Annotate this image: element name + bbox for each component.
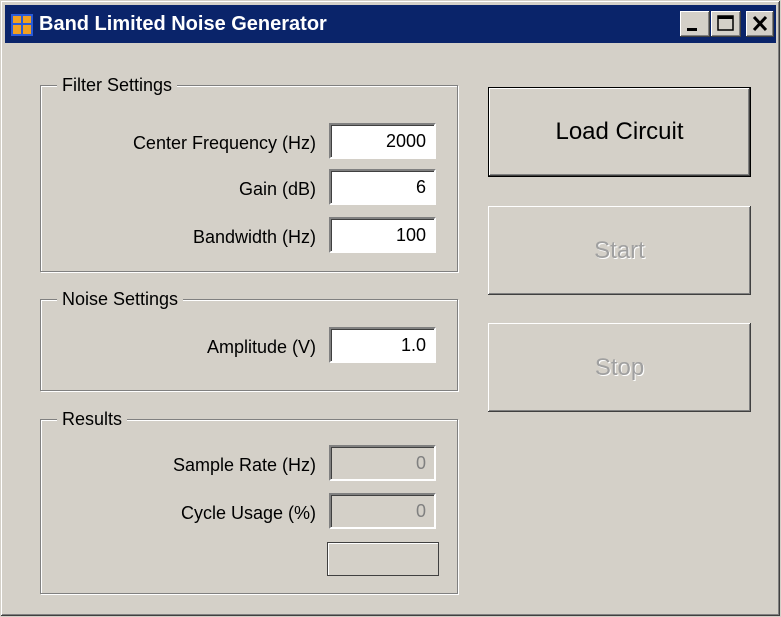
title-bar[interactable]: Band Limited Noise Generator: [5, 5, 776, 43]
sample-rate-output: 0: [329, 445, 436, 481]
filter-settings-label: Filter Settings: [57, 74, 178, 96]
start-button[interactable]: Start: [488, 206, 751, 295]
form-icon[interactable]: [11, 14, 33, 36]
amplitude-input[interactable]: 1.0: [329, 327, 436, 363]
amplitude-label: Amplitude (V): [206, 337, 316, 357]
gain-label: Gain (dB): [238, 179, 316, 199]
minimize-button[interactable]: [680, 11, 710, 37]
maximize-icon: [717, 15, 734, 31]
bandwidth-label: Bandwidth (Hz): [192, 227, 316, 247]
center-frequency-input[interactable]: 2000: [329, 123, 436, 159]
load-circuit-button[interactable]: Load Circuit: [488, 87, 751, 177]
start-label: Start: [594, 237, 645, 264]
main-window: Band Limited Noise Generator Filter Sett…: [0, 0, 781, 617]
maximize-button[interactable]: [711, 11, 741, 37]
bandwidth-input[interactable]: 100: [329, 217, 436, 253]
stop-label: Stop: [594, 354, 645, 381]
status-indicator: [327, 542, 439, 576]
sample-rate-label: Sample Rate (Hz): [172, 455, 316, 475]
close-button[interactable]: [746, 11, 774, 37]
cycle-usage-label: Cycle Usage (%): [180, 503, 316, 523]
load-circuit-label: Load Circuit: [555, 118, 684, 145]
cycle-usage-output: 0: [329, 493, 436, 529]
minimize-icon: [687, 28, 697, 31]
window-title: Band Limited Noise Generator: [39, 13, 327, 35]
noise-settings-label: Noise Settings: [57, 288, 184, 310]
center-frequency-label: Center Frequency (Hz): [132, 133, 316, 153]
results-label: Results: [57, 408, 128, 430]
close-icon: [752, 15, 768, 32]
gain-input[interactable]: 6: [329, 169, 436, 205]
stop-button[interactable]: Stop: [488, 323, 751, 412]
